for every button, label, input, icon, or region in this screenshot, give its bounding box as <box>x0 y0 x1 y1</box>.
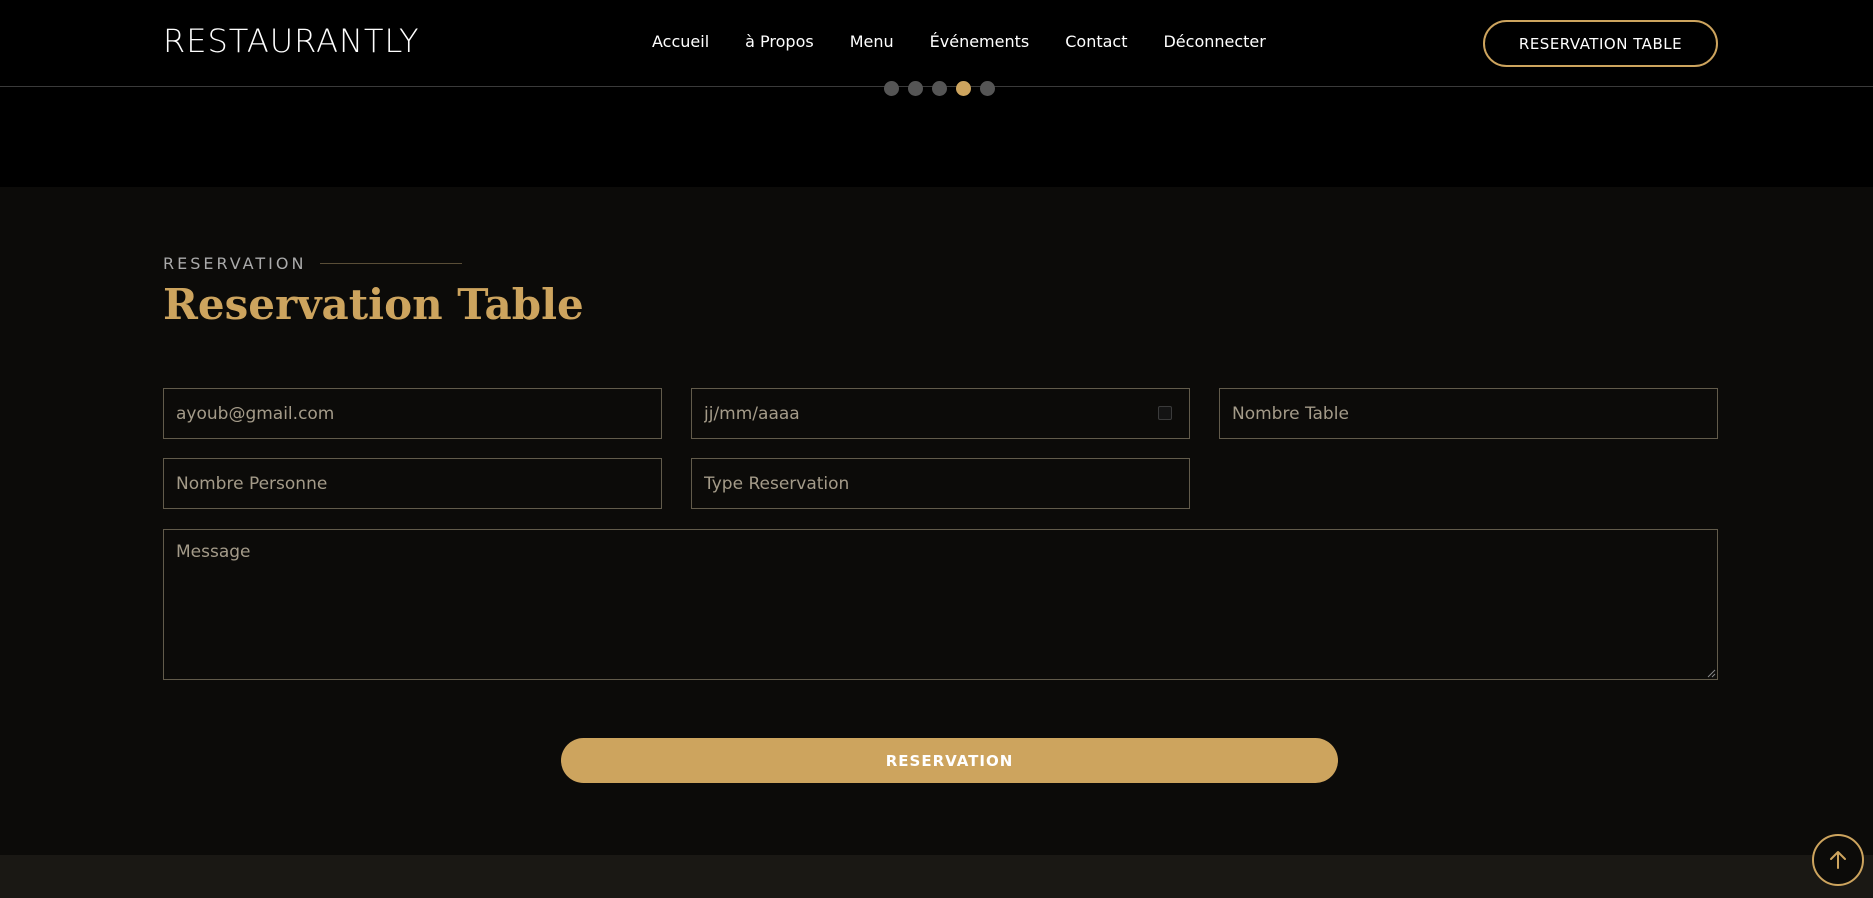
eyebrow-divider <box>320 263 463 264</box>
carousel-dot[interactable] <box>980 81 995 96</box>
nav-deconnecter[interactable]: Déconnecter <box>1163 32 1265 51</box>
nav-contact[interactable]: Contact <box>1065 32 1127 51</box>
nav-menu[interactable]: Menu <box>850 32 894 51</box>
email-input[interactable] <box>163 388 662 439</box>
reservation-table-button[interactable]: RESERVATION TABLE <box>1483 20 1718 67</box>
main-nav: Accueil à Propos Menu Événements Contact… <box>652 32 1266 51</box>
nav-a-propos[interactable]: à Propos <box>745 32 814 51</box>
carousel-dot[interactable] <box>884 81 899 96</box>
nav-accueil[interactable]: Accueil <box>652 32 709 51</box>
footer-strip <box>0 855 1873 898</box>
section-title: Reservation Table <box>163 280 584 329</box>
message-textarea[interactable] <box>163 529 1718 680</box>
persons-input[interactable] <box>163 458 662 509</box>
resize-handle-icon[interactable] <box>1706 668 1716 678</box>
eyebrow-label: RESERVATION <box>163 254 307 273</box>
reservation-type-input[interactable] <box>691 458 1190 509</box>
back-to-top-button[interactable] <box>1812 834 1864 886</box>
site-header: RESTAURANTLY Accueil à Propos Menu Événe… <box>0 0 1873 87</box>
arrow-up-icon <box>1830 851 1846 869</box>
carousel-dot[interactable] <box>932 81 947 96</box>
section-eyebrow: RESERVATION <box>163 254 463 273</box>
date-input[interactable] <box>691 388 1190 439</box>
submit-reservation-button[interactable]: RESERVATION <box>561 738 1338 783</box>
carousel-dot[interactable] <box>908 81 923 96</box>
site-logo[interactable]: RESTAURANTLY <box>163 22 420 60</box>
carousel-indicators <box>884 81 995 96</box>
table-number-input[interactable] <box>1219 388 1718 439</box>
calendar-icon[interactable] <box>1158 406 1172 420</box>
nav-evenements[interactable]: Événements <box>930 32 1030 51</box>
carousel-dot-active[interactable] <box>956 81 971 96</box>
